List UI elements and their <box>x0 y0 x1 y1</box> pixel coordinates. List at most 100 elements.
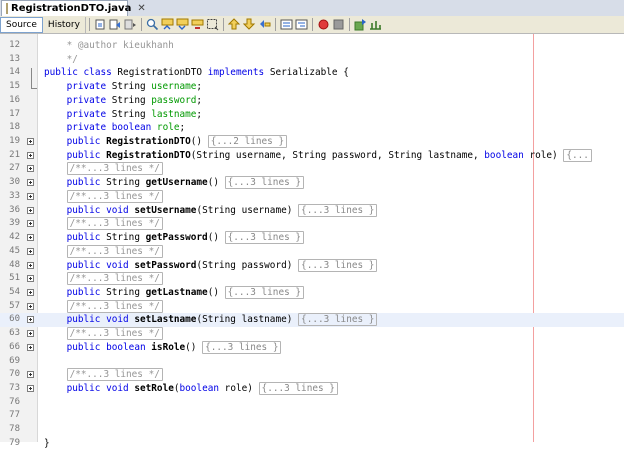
code-text: */ <box>60 53 78 65</box>
code-line[interactable]: 15 private String username; <box>0 80 624 94</box>
expand-fold-icon[interactable] <box>27 288 34 296</box>
code-line[interactable]: 16 private String password; <box>0 94 624 108</box>
code-line[interactable]: 77 <box>0 409 624 423</box>
code-text: public String getUsername() {...3 lines … <box>44 176 305 190</box>
code-line[interactable]: 60 public void setLastname(String lastna… <box>0 313 624 328</box>
code-line[interactable]: 79} <box>0 437 624 451</box>
line-number: 19 <box>9 136 20 147</box>
code-line[interactable]: 70 /**...3 lines */ <box>0 368 624 382</box>
code-line[interactable]: 21 public RegistrationDTO(String usernam… <box>0 148 624 163</box>
line-number: 12 <box>9 40 20 50</box>
code-text: public String getLastname() {...3 lines … <box>44 285 305 300</box>
line-number: 21 <box>9 149 20 160</box>
code-line[interactable]: 51 /**...3 lines */ <box>0 272 624 286</box>
last-edit-icon[interactable] <box>94 18 107 31</box>
expand-fold-icon[interactable] <box>27 206 34 214</box>
toolbar-separator <box>274 18 276 31</box>
forward-icon[interactable] <box>124 18 137 31</box>
code-line[interactable]: 76 <box>0 396 624 410</box>
line-number: 73 <box>9 383 20 393</box>
indent-icon[interactable] <box>295 18 308 31</box>
expand-fold-icon[interactable] <box>27 275 34 283</box>
code-line[interactable]: 39 /**...3 lines */ <box>0 217 624 231</box>
close-tab-icon[interactable]: ✕ <box>137 3 145 14</box>
file-tab-label: RegistrationDTO.java <box>11 3 132 14</box>
code-line[interactable]: 42 public String getPassword() {...3 lin… <box>0 231 624 245</box>
expand-fold-icon[interactable] <box>27 179 34 187</box>
stop-macro-icon[interactable] <box>332 18 345 31</box>
line-number: 79 <box>9 437 20 448</box>
line-number: 13 <box>9 53 20 64</box>
line-number: 63 <box>9 328 20 339</box>
code-line[interactable]: 14 public class RegistrationDTO implement… <box>0 66 624 80</box>
start-macro-icon[interactable] <box>317 18 330 31</box>
code-line[interactable]: 48 public void setPassword(String passwo… <box>0 258 624 273</box>
line-number: 14 <box>9 67 20 78</box>
expand-fold-icon[interactable] <box>27 138 34 146</box>
code-line[interactable]: 12 * @author kieukhanh <box>0 39 624 53</box>
toggle-rectangular-icon[interactable] <box>206 18 219 31</box>
expand-fold-icon[interactable] <box>27 343 34 351</box>
code-text: public void setPassword(String password)… <box>44 258 378 273</box>
code-line[interactable]: 73 public void setRole(boolean role) {..… <box>0 382 624 396</box>
code-text: private String password; <box>66 94 203 106</box>
shift-left-icon[interactable] <box>227 18 241 31</box>
code-text: /**...3 lines */ <box>44 368 163 382</box>
expand-fold-icon[interactable] <box>27 192 34 200</box>
uncomment-icon[interactable] <box>280 18 293 31</box>
find-next-icon[interactable] <box>176 18 189 31</box>
tab-history[interactable]: History <box>43 16 86 33</box>
find-selection-icon[interactable] <box>146 18 159 31</box>
back-icon[interactable] <box>109 18 122 31</box>
code-line[interactable]: 45 /**...3 lines */ <box>0 244 624 259</box>
code-line[interactable]: 57 /**...3 lines */ <box>0 299 624 314</box>
code-line[interactable]: 30 public String getUsername() {...3 lin… <box>0 176 624 190</box>
code-line[interactable]: 54 public String getLastname() {...3 lin… <box>0 285 624 300</box>
toolbar-separator <box>348 18 350 31</box>
previous-diff-icon[interactable] <box>354 18 367 31</box>
expand-fold-icon[interactable] <box>27 302 34 310</box>
expand-fold-icon[interactable] <box>27 220 34 228</box>
expand-fold-icon[interactable] <box>27 261 34 269</box>
toggle-highlight-icon[interactable] <box>191 18 204 31</box>
toolbar-separator <box>140 18 142 31</box>
code-text: /**...3 lines */ <box>44 299 163 314</box>
line-number: 76 <box>9 396 20 407</box>
code-line[interactable]: 63 /**...3 lines */ <box>0 327 624 341</box>
code-line[interactable]: 13 */ <box>0 53 624 67</box>
expand-fold-icon[interactable] <box>27 234 34 242</box>
expand-fold-icon[interactable] <box>27 330 34 338</box>
code-line[interactable]: 19 public RegistrationDTO() {...2 lines … <box>0 135 624 149</box>
expand-fold-icon[interactable] <box>27 247 34 255</box>
line-number: 33 <box>9 190 20 201</box>
code-line[interactable]: 27 /**...3 lines */ <box>0 162 624 176</box>
code-line[interactable]: 66 public boolean isRole() {...3 lines } <box>0 340 624 355</box>
code-line[interactable]: 18 private boolean role; <box>0 121 624 135</box>
expand-fold-icon[interactable] <box>27 385 34 392</box>
code-editor[interactable]: 12 * @author kieukhanh 13 */14 public clas… <box>0 34 624 449</box>
line-number: 54 <box>9 286 20 297</box>
code-text: private boolean role; <box>66 122 186 134</box>
code-text: /**...3 lines */ <box>44 327 163 341</box>
code-line[interactable]: 69 <box>0 355 624 369</box>
expand-fold-icon[interactable] <box>27 151 34 159</box>
line-number: 45 <box>9 245 20 256</box>
shift-right-icon[interactable] <box>242 18 256 31</box>
comment-icon[interactable] <box>258 18 271 31</box>
code-line[interactable]: 36 public void setUsername(String userna… <box>0 203 624 218</box>
expand-fold-icon[interactable] <box>27 165 34 173</box>
tab-source[interactable]: Source <box>0 16 43 33</box>
next-diff-icon[interactable] <box>369 18 382 31</box>
code-text: public void setUsername(String username)… <box>44 203 378 218</box>
code-line[interactable]: 78 <box>0 423 624 437</box>
file-tab-registrationdto[interactable]: RegistrationDTO.java ✕ <box>1 0 146 16</box>
line-number: 18 <box>9 122 20 133</box>
find-previous-icon[interactable] <box>161 18 174 31</box>
code-line[interactable]: 17 private String lastname; <box>0 108 624 122</box>
expand-fold-icon[interactable] <box>27 316 34 324</box>
java-file-icon <box>6 3 8 14</box>
line-number: 17 <box>9 108 20 119</box>
code-line[interactable]: 33 /**...3 lines */ <box>0 189 624 204</box>
code-text: public String getPassword() {...3 lines … <box>44 231 305 245</box>
expand-fold-icon[interactable] <box>27 371 34 379</box>
